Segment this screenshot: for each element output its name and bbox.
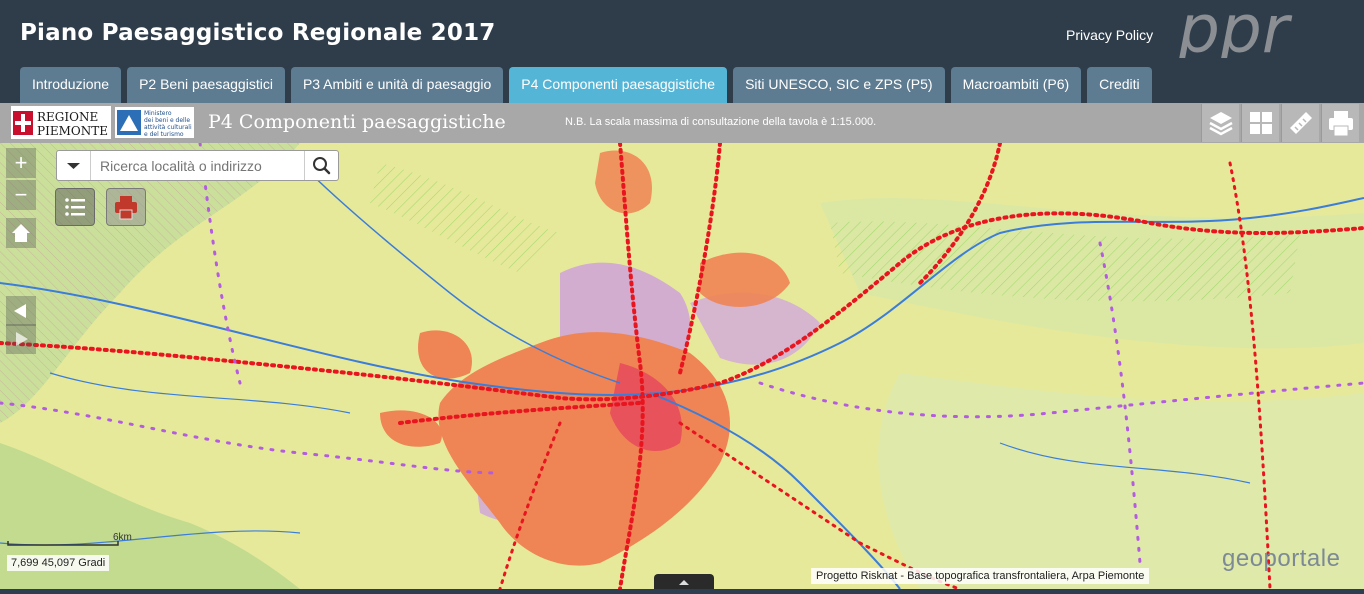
measure-button[interactable]: [1281, 104, 1319, 142]
tab-siti-unesco[interactable]: Siti UNESCO, SIC e ZPS (P5): [733, 67, 945, 103]
print-icon: [115, 196, 137, 220]
bottom-panel-toggle[interactable]: [654, 574, 714, 589]
tab-introduzione[interactable]: Introduzione: [20, 67, 122, 103]
grid-button[interactable]: [1241, 104, 1279, 142]
coordinates-readout: 7,699 45,097 Gradi: [7, 555, 110, 571]
chevron-up-icon: [679, 580, 689, 585]
tab-macroambiti[interactable]: Macroambiti (P6): [950, 67, 1082, 103]
scale-bar-label: 6km: [113, 532, 132, 543]
svg-text:PIEMONTE: PIEMONTE: [37, 124, 108, 138]
tab-p2-beni[interactable]: P2 Beni paesaggistici: [127, 67, 285, 103]
tab-crediti[interactable]: Crediti: [1087, 67, 1152, 103]
tab-p3-ambiti[interactable]: P3 Ambiti e unità di paesaggio: [290, 67, 504, 103]
svg-text:ppr: ppr: [1177, 6, 1293, 58]
svg-text:attività culturali: attività culturali: [144, 124, 192, 131]
map-view[interactable]: 6km: [0, 143, 1364, 589]
svg-text:e del turismo: e del turismo: [144, 131, 184, 138]
home-icon: [12, 224, 30, 242]
svg-text:dei beni e delle: dei beni e delle: [144, 117, 190, 124]
app-header: Piano Paesaggistico Regionale 2017 Priva…: [0, 0, 1364, 103]
next-extent-button[interactable]: [6, 324, 36, 354]
search-box: [56, 150, 339, 181]
page-title: P4 Componenti paesaggistiche: [208, 111, 506, 133]
svg-text:Ministero: Ministero: [144, 110, 172, 117]
arrow-left-icon: [14, 304, 26, 318]
ministero-logo: Ministero dei beni e delle attività cult…: [115, 107, 194, 138]
privacy-policy-link[interactable]: Privacy Policy: [1066, 27, 1153, 43]
map-attribution: Progetto Risknat - Base topografica tran…: [811, 568, 1150, 584]
list-icon: [65, 198, 85, 216]
prev-extent-button[interactable]: [6, 296, 36, 326]
ppr-logo: ppr: [1177, 6, 1293, 58]
search-input[interactable]: [92, 151, 302, 180]
legend-button[interactable]: [55, 188, 95, 226]
ruler-icon: [1290, 112, 1312, 134]
map-print-button[interactable]: [106, 188, 146, 226]
layers-button[interactable]: [1201, 104, 1239, 142]
scale-note: N.B. La scala massima di consultazione d…: [565, 116, 877, 128]
zoom-in-button[interactable]: +: [6, 148, 36, 178]
home-button[interactable]: [6, 218, 36, 248]
svg-text:REGIONE: REGIONE: [37, 110, 98, 124]
print-icon: [1329, 111, 1353, 137]
zoom-out-button[interactable]: −: [6, 180, 36, 210]
search-button[interactable]: [304, 151, 338, 180]
main-tabs: Introduzione P2 Beni paesaggistici P3 Am…: [20, 67, 1158, 103]
search-type-dropdown[interactable]: [57, 151, 91, 180]
regione-piemonte-logo: REGIONE PIEMONTE: [11, 106, 111, 139]
arrow-right-icon: [16, 332, 28, 346]
geoportale-watermark: geoportale: [1222, 545, 1341, 572]
layers-icon: [1209, 112, 1233, 136]
app-title: Piano Paesaggistico Regionale 2017: [20, 20, 496, 46]
print-button[interactable]: [1321, 104, 1359, 142]
grid-icon: [1250, 112, 1272, 134]
search-icon: [313, 157, 331, 175]
chevron-down-icon: [67, 163, 80, 169]
map-canvas: [0, 143, 1364, 589]
tab-p4-componenti[interactable]: P4 Componenti paesaggistiche: [509, 67, 728, 103]
